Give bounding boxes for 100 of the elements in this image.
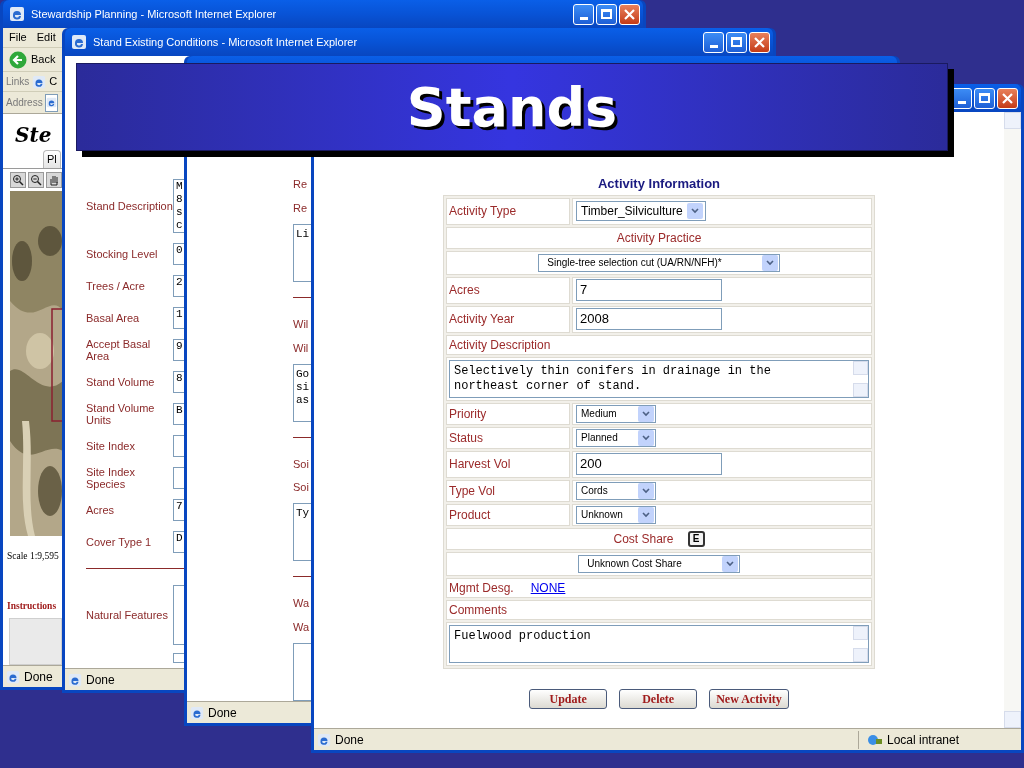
field-label: Wil xyxy=(293,316,309,332)
field-label: Basal Area xyxy=(86,312,141,324)
status-text: Done xyxy=(86,672,115,687)
caret-icon xyxy=(686,203,703,219)
field-label: Wa xyxy=(293,596,310,612)
close-icon xyxy=(754,36,765,48)
browser-icon xyxy=(9,6,25,22)
select-field[interactable]: Unknown Cost Share xyxy=(578,554,740,573)
scroll-up-icon[interactable] xyxy=(853,625,868,640)
select-field[interactable]: Cords xyxy=(576,481,656,500)
field-label: Site Index Species xyxy=(86,466,136,490)
field-label: Acres xyxy=(86,504,116,516)
window-title: Stand Existing Conditions - Microsoft Internet Explorer xyxy=(93,34,358,50)
edit-button[interactable]: E xyxy=(687,530,705,547)
form-button[interactable]: Update xyxy=(529,688,608,709)
field-label: Activity Type xyxy=(449,203,517,220)
select-field[interactable]: Unknown xyxy=(576,505,656,524)
field-label: Priority xyxy=(449,405,487,423)
field-label: Re xyxy=(293,177,308,192)
text-area[interactable]: Selectively thin conifers in drainage in the northeast corner of stand. xyxy=(449,359,869,398)
field-label: Accept Basal Area xyxy=(86,338,152,362)
status-text: Done xyxy=(24,669,53,684)
logo-text: Ste xyxy=(15,123,52,147)
browser-icon xyxy=(45,97,57,108)
field-label: Wa xyxy=(293,620,310,636)
tab[interactable]: Pl xyxy=(43,150,61,169)
field-label: Natural Features xyxy=(86,609,169,621)
text-area-value: Fuelwood production xyxy=(453,627,592,645)
select-field[interactable]: Planned xyxy=(576,428,656,447)
status-text: Done xyxy=(208,705,237,720)
field-label: Status xyxy=(449,429,484,447)
browser-icon xyxy=(6,669,20,684)
select-field[interactable]: Medium xyxy=(576,404,656,423)
field-label: Site Index xyxy=(86,440,136,452)
field-label: Trees / Acre xyxy=(86,280,146,292)
text-area[interactable]: Fuelwood production xyxy=(449,624,869,663)
zoom-in-icon[interactable] xyxy=(10,172,26,189)
maximize-button[interactable] xyxy=(726,31,747,53)
field-label: Stand Volume xyxy=(86,376,156,388)
link[interactable]: NONE xyxy=(530,578,566,597)
address-label: Address xyxy=(6,96,43,110)
menu-item[interactable]: Edit xyxy=(36,29,56,46)
field-label: Soi xyxy=(293,456,309,472)
close-button[interactable] xyxy=(619,3,640,25)
field-label: Activity Year xyxy=(449,311,515,328)
field-label: Acres xyxy=(449,282,480,299)
browser-icon xyxy=(71,34,87,50)
status-text: Done xyxy=(335,732,364,747)
text-area-value: Selectively thin conifers in drainage in the northeast corner of stand. xyxy=(453,362,772,395)
section-label: Activity Practice xyxy=(616,229,702,247)
instructions-heading: Instructions xyxy=(7,601,57,612)
instructions-panel xyxy=(9,618,62,665)
field-label: Soi xyxy=(293,480,309,496)
browser-icon xyxy=(190,705,204,720)
close-button[interactable] xyxy=(749,31,770,53)
caret-icon xyxy=(721,555,738,572)
field-label: Product xyxy=(449,506,491,524)
field-label: Wil xyxy=(293,340,309,356)
browser-icon xyxy=(317,732,331,747)
globe-icon xyxy=(867,732,883,747)
close-icon xyxy=(1002,92,1013,104)
field-label: Stand Volume Units xyxy=(86,402,156,426)
caret-icon xyxy=(761,254,778,271)
field-label: Harvest Vol xyxy=(449,456,511,473)
select-field[interactable]: Single-tree selection cut (UA/RN/NFH)* xyxy=(538,253,780,272)
menu-item[interactable]: File xyxy=(9,29,27,46)
map-scale-text: Scale 1:9,595 xyxy=(7,551,59,562)
browser-icon xyxy=(68,672,82,687)
input-field[interactable]: 2008 xyxy=(576,308,722,330)
caret-icon xyxy=(638,482,654,499)
caret-icon xyxy=(638,506,654,523)
field-label: Mgmt Desg. xyxy=(449,579,514,597)
field-label: Stocking Level xyxy=(86,248,159,260)
maximize-button[interactable] xyxy=(596,3,617,25)
select-field[interactable]: Timber_Silviculture xyxy=(576,201,706,221)
hand-icon[interactable] xyxy=(46,172,62,189)
field-label: Re xyxy=(293,200,308,216)
slide-title: Stands xyxy=(406,74,618,141)
address-field[interactable] xyxy=(44,93,58,112)
form-button[interactable]: Delete xyxy=(619,688,698,709)
caret-icon xyxy=(638,429,654,446)
form-button[interactable]: New Activity xyxy=(709,688,789,709)
links-label: Links xyxy=(6,75,30,89)
scroll-up-icon[interactable] xyxy=(853,360,868,375)
field-label: Comments xyxy=(449,601,507,619)
form-heading: Activity Information xyxy=(597,175,721,193)
close-icon xyxy=(624,8,635,20)
caret-icon xyxy=(638,405,654,422)
link-item[interactable]: C xyxy=(49,73,58,90)
close-button[interactable] xyxy=(997,87,1018,109)
section-label: Cost Share xyxy=(613,530,674,548)
window-title: Stewardship Planning - Microsoft Internet Explorer xyxy=(31,6,277,22)
zoom-out-icon[interactable] xyxy=(28,172,44,189)
field-label: Activity Description xyxy=(449,336,551,354)
field-label: Cover Type 1 xyxy=(86,536,153,548)
back-button[interactable]: Back xyxy=(31,51,56,68)
field-label: Type Vol xyxy=(449,482,496,500)
input-field[interactable]: 200 xyxy=(576,453,722,475)
maximize-button[interactable] xyxy=(974,87,995,109)
input-field[interactable]: 7 xyxy=(576,279,722,301)
